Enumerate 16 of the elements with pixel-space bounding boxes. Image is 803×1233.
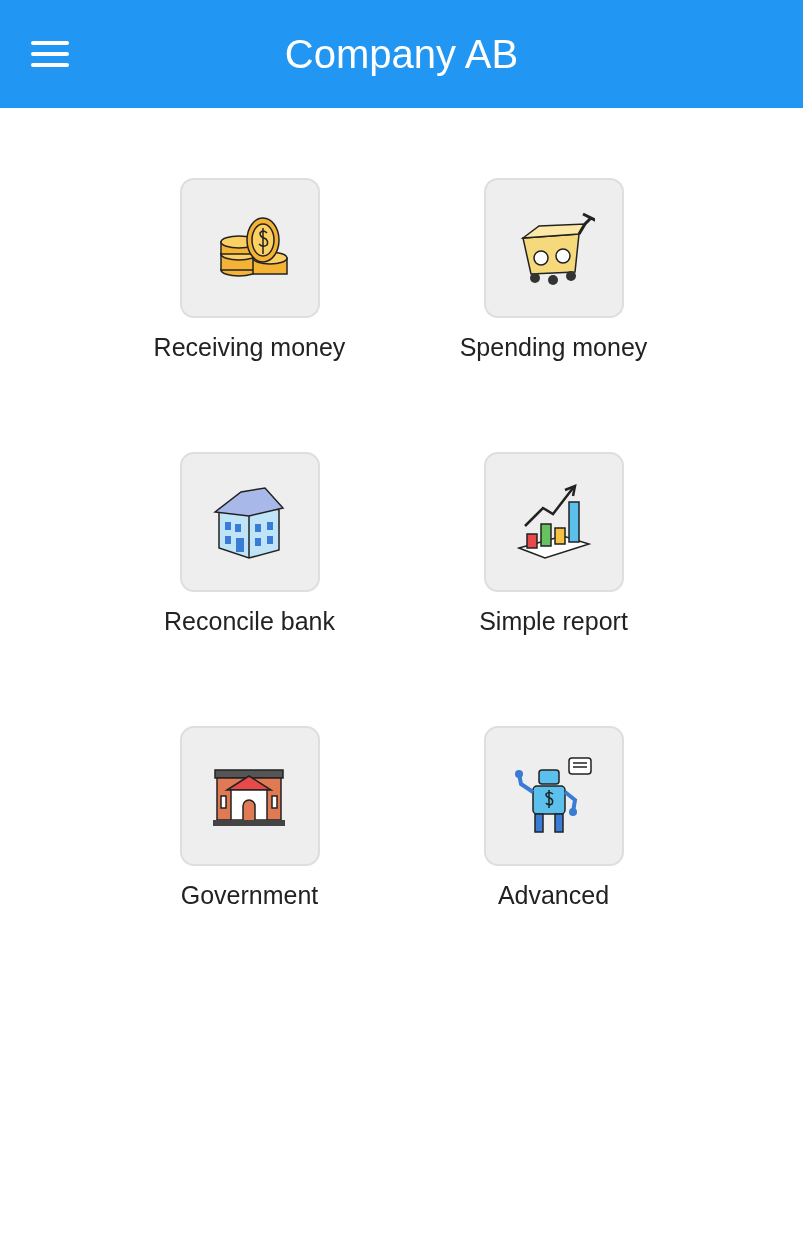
tile-button[interactable] — [179, 178, 320, 318]
menu-icon — [31, 40, 71, 68]
tile-button[interactable] — [179, 726, 320, 866]
app-title: Company AB — [284, 31, 519, 77]
tile-button[interactable] — [483, 178, 624, 318]
tile-button[interactable] — [483, 452, 624, 592]
robot-icon — [512, 756, 595, 836]
tile-label: Advanced — [497, 880, 610, 911]
tile-label: Receiving money — [153, 332, 346, 363]
tile-button[interactable] — [179, 452, 320, 592]
tile-label: Government — [180, 880, 319, 911]
tile-label: Spending money — [459, 332, 648, 363]
menu-button[interactable] — [31, 40, 71, 68]
tile-button[interactable] — [483, 726, 624, 866]
tile-label: Simple report — [479, 606, 628, 637]
tile-label: Reconcile bank — [164, 606, 335, 637]
